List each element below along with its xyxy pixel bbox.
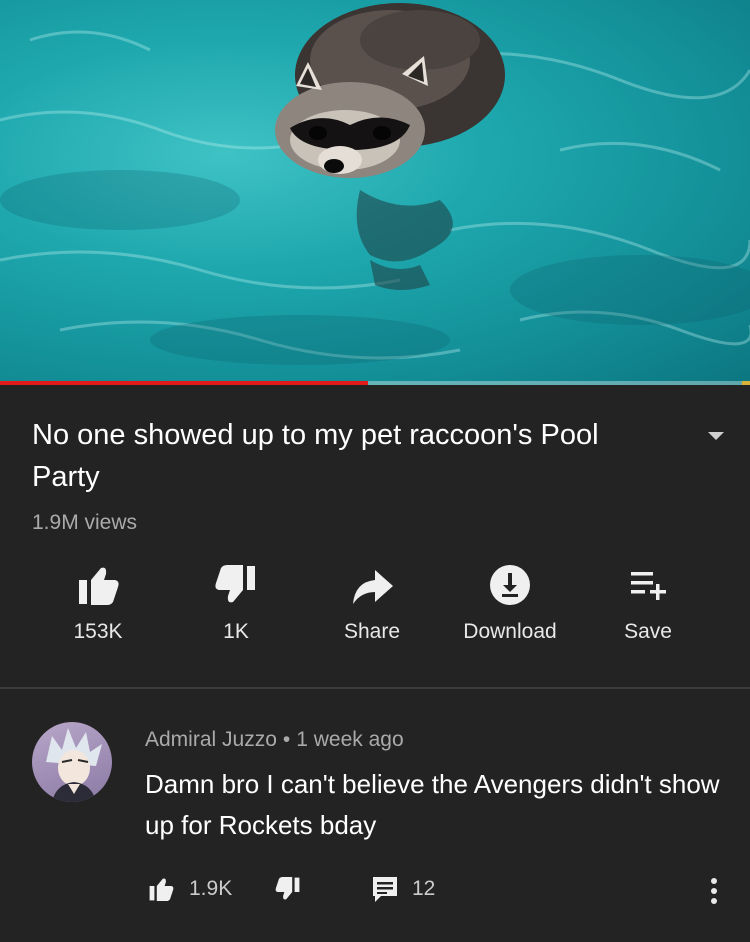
video-frame-raccoon-in-pool [0, 3, 750, 365]
dislike-button[interactable]: 1K [166, 560, 306, 644]
comment-reply-count: 12 [412, 877, 436, 900]
share-arrow-icon [353, 570, 393, 604]
download-icon [490, 565, 530, 605]
video-action-bar: 153K 1K Share Download Save [0, 560, 750, 660]
thumbs-down-icon [215, 565, 255, 603]
comment-time: 1 week ago [296, 728, 404, 751]
share-label: Share [343, 620, 401, 643]
video-player[interactable] [0, 0, 750, 385]
chevron-down-icon[interactable] [704, 428, 728, 444]
video-progress-bar[interactable] [0, 381, 750, 385]
comment-meta: Admiral Juzzo • 1 week ago [145, 728, 404, 752]
reply-comment-icon [373, 877, 397, 902]
save-label: Save [624, 620, 672, 643]
save-button[interactable]: Save [578, 560, 718, 644]
view-count: 1.9M views [32, 511, 138, 534]
comment-like-count: 1.9K [189, 877, 233, 900]
meta-separator: • [282, 728, 291, 751]
comment-dislike-button[interactable] [272, 874, 304, 904]
progress-bar-end-marker [742, 381, 750, 385]
comment-action-bar: 1.9K 12 [0, 868, 750, 912]
thumbs-up-icon [79, 567, 119, 605]
like-count: 153K [73, 620, 123, 643]
share-button[interactable]: Share [302, 560, 442, 644]
thumbs-down-icon [275, 877, 300, 900]
raccoon-figure [275, 3, 505, 178]
download-label: Download [463, 620, 557, 643]
video-title: No one showed up to my pet raccoon's Poo… [32, 419, 599, 493]
thumbs-up-icon [149, 878, 174, 901]
like-button[interactable]: 153K [28, 560, 168, 644]
comment-body: Damn bro I can't believe the Avengers di… [145, 769, 720, 840]
comment-author[interactable]: Admiral Juzzo [145, 728, 277, 751]
section-divider [0, 687, 750, 689]
anime-character-avatar-image [46, 728, 102, 802]
comment-reply-button[interactable]: 12 [370, 874, 435, 904]
download-button[interactable]: Download [440, 560, 580, 644]
dislike-count: 1K [223, 620, 249, 643]
comment-like-button[interactable]: 1.9K [145, 874, 232, 904]
more-vertical-icon[interactable] [704, 876, 724, 906]
avatar[interactable] [32, 722, 112, 802]
playlist-add-icon [631, 572, 666, 600]
video-progress-fill [0, 381, 368, 385]
